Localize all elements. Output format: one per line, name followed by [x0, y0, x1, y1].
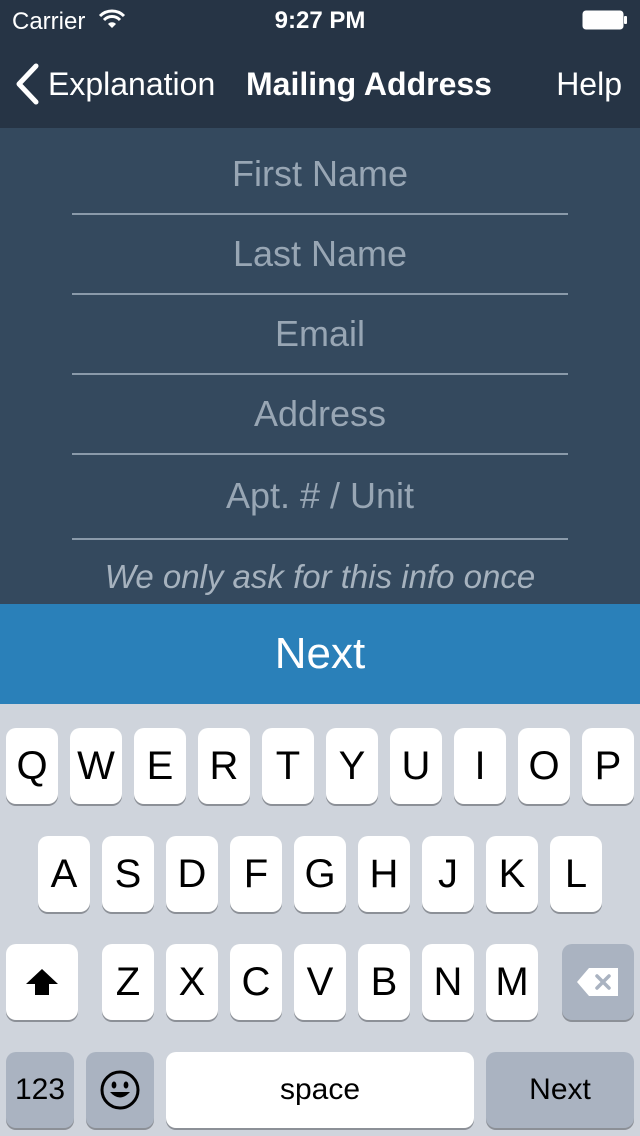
key-y[interactable]: Y: [326, 728, 378, 804]
key-j[interactable]: J: [422, 836, 474, 912]
key-d[interactable]: D: [166, 836, 218, 912]
top-bar: Carrier 9:27 PM Explanation Mailing Addr…: [0, 0, 640, 128]
key-m[interactable]: M: [486, 944, 538, 1020]
back-label: Explanation: [48, 65, 216, 102]
key-p[interactable]: P: [582, 728, 634, 804]
first-name-input[interactable]: [72, 133, 568, 213]
key-s[interactable]: S: [102, 836, 154, 912]
space-key[interactable]: space: [166, 1052, 474, 1128]
screen: Carrier 9:27 PM Explanation Mailing Addr…: [0, 0, 640, 1136]
email-input[interactable]: [72, 293, 568, 373]
delete-key[interactable]: [562, 944, 634, 1020]
status-time: 9:27 PM: [274, 7, 366, 34]
page-title: Mailing Address: [246, 66, 492, 102]
key-t[interactable]: T: [262, 728, 314, 804]
unit-input[interactable]: [72, 453, 568, 538]
first-name-field-row: [72, 133, 568, 215]
key-c[interactable]: C: [230, 944, 282, 1020]
address-form: We only ask for this info once: [0, 128, 640, 604]
last-name-field-row: [72, 213, 568, 295]
next-button[interactable]: Next: [0, 604, 640, 704]
return-next-key[interactable]: Next: [486, 1052, 634, 1128]
key-f[interactable]: F: [230, 836, 282, 912]
info-note: We only ask for this info once: [104, 558, 536, 595]
email-field-row: [72, 293, 568, 375]
battery-icon: [582, 10, 627, 30]
keyboard: Q W E R T Y U I O P A S D F G H J K L Z …: [0, 704, 640, 1136]
key-g[interactable]: G: [294, 836, 346, 912]
key-i[interactable]: I: [454, 728, 506, 804]
key-q[interactable]: Q: [6, 728, 58, 804]
navigation-bar: Explanation Mailing Address Help: [0, 40, 640, 128]
back-button[interactable]: Explanation: [14, 62, 215, 106]
key-x[interactable]: X: [166, 944, 218, 1020]
key-k[interactable]: K: [486, 836, 538, 912]
unit-field-row: [72, 453, 568, 540]
last-name-input[interactable]: [72, 213, 568, 293]
key-a[interactable]: A: [38, 836, 90, 912]
emoji-key[interactable]: [86, 1052, 154, 1128]
shift-key[interactable]: [6, 944, 78, 1020]
key-e[interactable]: E: [134, 728, 186, 804]
status-bar: Carrier 9:27 PM: [0, 0, 640, 40]
key-r[interactable]: R: [198, 728, 250, 804]
address-input[interactable]: [72, 373, 568, 453]
key-l[interactable]: L: [550, 836, 602, 912]
key-b[interactable]: B: [358, 944, 410, 1020]
key-h[interactable]: H: [358, 836, 410, 912]
emoji-icon: [100, 1070, 140, 1110]
shift-arrow-icon: [26, 969, 58, 995]
key-v[interactable]: V: [294, 944, 346, 1020]
help-button[interactable]: Help: [556, 66, 622, 103]
key-o[interactable]: O: [518, 728, 570, 804]
address-field-row: [72, 373, 568, 455]
key-u[interactable]: U: [390, 728, 442, 804]
numbers-key[interactable]: 123: [6, 1052, 74, 1128]
key-z[interactable]: Z: [102, 944, 154, 1020]
key-w[interactable]: W: [70, 728, 122, 804]
key-n[interactable]: N: [422, 944, 474, 1020]
backspace-icon: [577, 968, 618, 996]
chevron-left-icon: [16, 63, 39, 105]
